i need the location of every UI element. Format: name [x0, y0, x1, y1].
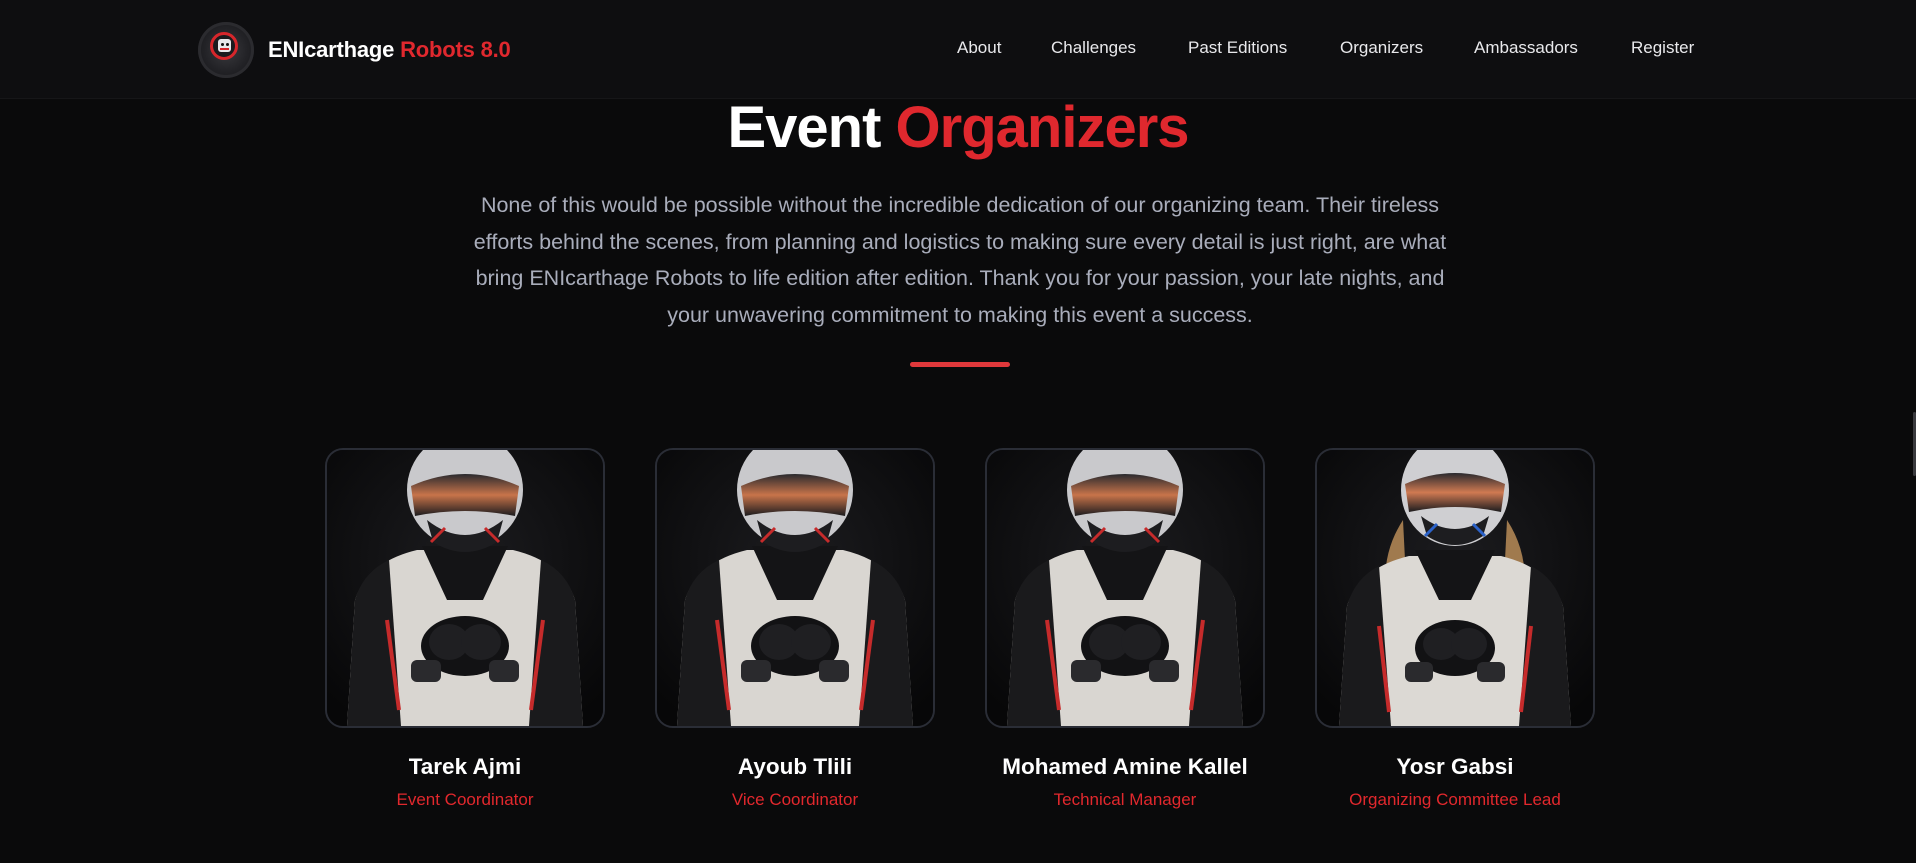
nav-link-about[interactable]: About: [957, 38, 1001, 58]
organizer-card: Ayoub Tlili Vice Coordinator: [655, 448, 935, 810]
section-divider: [910, 362, 1010, 367]
organizer-card: Mohamed Amine Kallel Technical Manager: [985, 448, 1265, 810]
racing-driver-photo-icon: [1317, 450, 1593, 726]
brand-title-main: ENIcarthage: [268, 37, 395, 62]
racing-driver-photo-icon: [987, 450, 1263, 726]
section-title: Event Organizers: [0, 96, 1916, 160]
organizer-photo: [1315, 448, 1595, 728]
organizer-photo: [325, 448, 605, 728]
racing-driver-photo-icon: [657, 450, 933, 726]
organizer-photo: [985, 448, 1265, 728]
nav-link-ambassadors[interactable]: Ambassadors: [1474, 38, 1578, 58]
brand-title-accent: Robots 8.0: [400, 37, 511, 62]
section-intro-text: None of this would be possible without t…: [473, 193, 1447, 327]
organizer-photo: [655, 448, 935, 728]
organizer-card: Yosr Gabsi Organizing Committee Lead: [1315, 448, 1595, 810]
nav-link-register[interactable]: Register: [1631, 38, 1694, 58]
organizer-role: Vice Coordinator: [731, 790, 859, 809]
nav-link-past-editions[interactable]: Past Editions: [1188, 38, 1287, 58]
organizer-card: Tarek Ajmi Event Coordinator: [325, 448, 605, 810]
section-title-accent: Organizers: [895, 95, 1190, 160]
organizer-name: Yosr Gabsi: [1396, 754, 1514, 779]
top-navbar: ENIcarthage Robots 8.0 About Challenges …: [0, 0, 1916, 99]
organizer-name: Mohamed Amine Kallel: [1002, 754, 1248, 779]
organizer-name: Tarek Ajmi: [408, 754, 522, 779]
robot-logo-icon: [198, 22, 254, 78]
organizer-name: Ayoub Tlili: [737, 754, 853, 779]
section-title-main: Event: [727, 95, 881, 160]
organizer-role: Technical Manager: [1053, 790, 1197, 809]
brand-title: ENIcarthage Robots 8.0: [268, 37, 511, 63]
nav-link-challenges[interactable]: Challenges: [1051, 38, 1136, 58]
racing-driver-photo-icon: [327, 450, 603, 726]
nav-link-organizers[interactable]: Organizers: [1340, 38, 1423, 58]
organizer-role: Organizing Committee Lead: [1349, 790, 1561, 809]
organizer-role: Event Coordinator: [396, 790, 534, 809]
brand-link[interactable]: ENIcarthage Robots 8.0: [198, 22, 511, 78]
